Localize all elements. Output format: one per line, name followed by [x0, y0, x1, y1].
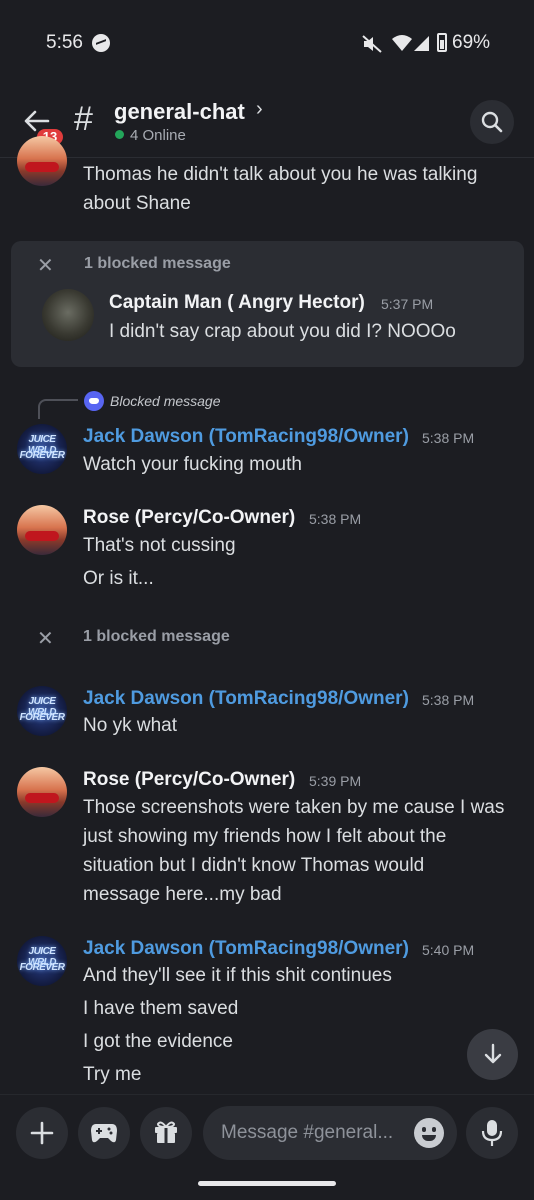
message-timestamp: 5:39 PM: [309, 773, 362, 789]
close-icon[interactable]: ✕: [37, 626, 54, 651]
avatar[interactable]: JUICE WRLD FOREVER: [17, 936, 67, 986]
message-timestamp: 5:40 PM: [422, 942, 475, 958]
battery-icon: [437, 33, 447, 52]
message-line: I have them saved: [83, 998, 239, 1019]
message-line: No yk what: [83, 715, 177, 736]
message-input-placeholder: Message #general...: [221, 1122, 394, 1143]
channel-name[interactable]: general-chat: [114, 99, 245, 125]
blocked-message-label: 1 blocked message: [84, 255, 231, 272]
messenger-notification-icon: [92, 34, 110, 52]
avatar[interactable]: [17, 136, 67, 186]
message-line: I didn't say crap about you did I? NOOOo: [109, 321, 456, 342]
gift-button[interactable]: [140, 1107, 192, 1159]
microphone-icon: [481, 1120, 503, 1146]
message-author[interactable]: Jack Dawson (TomRacing98/Owner): [83, 688, 409, 710]
search-icon: [481, 111, 503, 133]
battery-level: 69%: [452, 32, 491, 53]
message-line: Those screenshots were taken by me cause…: [83, 797, 505, 818]
arrow-down-icon: [484, 1043, 502, 1064]
blocked-message-label[interactable]: 1 blocked message: [83, 628, 230, 646]
message-line: Or is it...: [83, 568, 154, 589]
clock: 5:56: [46, 32, 83, 53]
message-line: about Shane: [83, 193, 191, 214]
search-button[interactable]: [470, 100, 514, 144]
message-line: situation but I didn't know Thomas would: [83, 855, 425, 876]
online-status-icon: [115, 130, 124, 139]
cell-signal-icon: [414, 36, 429, 51]
close-icon[interactable]: ✕: [37, 253, 54, 278]
online-count: 4 Online: [130, 127, 186, 144]
message-author[interactable]: Rose (Percy/Co-Owner): [83, 507, 295, 529]
chevron-right-icon[interactable]: ›: [256, 98, 263, 121]
message-line: And they'll see it if this shit continue…: [83, 965, 392, 986]
message-timestamp: 5:37 PM: [381, 296, 434, 312]
reply-reference[interactable]: Blocked message: [110, 393, 221, 409]
blocked-message-card[interactable]: ✕ 1 blocked message Captain Man ( Angry …: [11, 241, 524, 367]
message-line: I got the evidence: [83, 1031, 233, 1052]
avatar[interactable]: JUICE WRLD FOREVER: [17, 686, 67, 736]
avatar[interactable]: [42, 289, 94, 341]
message-timestamp: 5:38 PM: [422, 430, 475, 446]
message-author[interactable]: Rose (Percy/Co-Owner): [83, 769, 295, 791]
message-author[interactable]: Captain Man ( Angry Hector): [109, 292, 365, 314]
avatar[interactable]: [17, 505, 67, 555]
message-line: That's not cussing: [83, 535, 236, 556]
home-indicator[interactable]: [198, 1181, 336, 1186]
message-line: Thomas he didn't talk about you he was t…: [83, 164, 478, 185]
reply-connector: [38, 399, 78, 419]
scroll-to-bottom-button[interactable]: [467, 1029, 518, 1080]
message-timestamp: 5:38 PM: [309, 511, 362, 527]
wifi-icon: [392, 35, 412, 51]
mute-icon: [362, 35, 382, 53]
message-author[interactable]: Jack Dawson (TomRacing98/Owner): [83, 426, 409, 448]
message-line: message here...my bad: [83, 884, 282, 905]
avatar[interactable]: [17, 767, 67, 817]
gift-icon: [155, 1121, 177, 1143]
message-timestamp: 5:38 PM: [422, 692, 475, 708]
discord-icon: [84, 391, 104, 411]
voice-message-button[interactable]: [466, 1107, 518, 1159]
emoji-icon[interactable]: [414, 1118, 444, 1148]
plus-icon: [30, 1121, 54, 1145]
message-line: just showing my friends how I felt about…: [83, 826, 447, 847]
status-bar: 5:56 69%: [0, 0, 534, 88]
channel-hash-icon: #: [74, 100, 93, 138]
avatar[interactable]: JUICE WRLD FOREVER: [17, 424, 67, 474]
channel-header: 13 # general-chat › 4 Online: [0, 88, 534, 158]
message-line: Watch your fucking mouth: [83, 454, 302, 475]
add-attachment-button[interactable]: [16, 1107, 68, 1159]
gamepad-icon: [91, 1124, 117, 1143]
activities-button[interactable]: [78, 1107, 130, 1159]
message-author[interactable]: Jack Dawson (TomRacing98/Owner): [83, 938, 409, 960]
message-line: Try me: [83, 1064, 142, 1085]
